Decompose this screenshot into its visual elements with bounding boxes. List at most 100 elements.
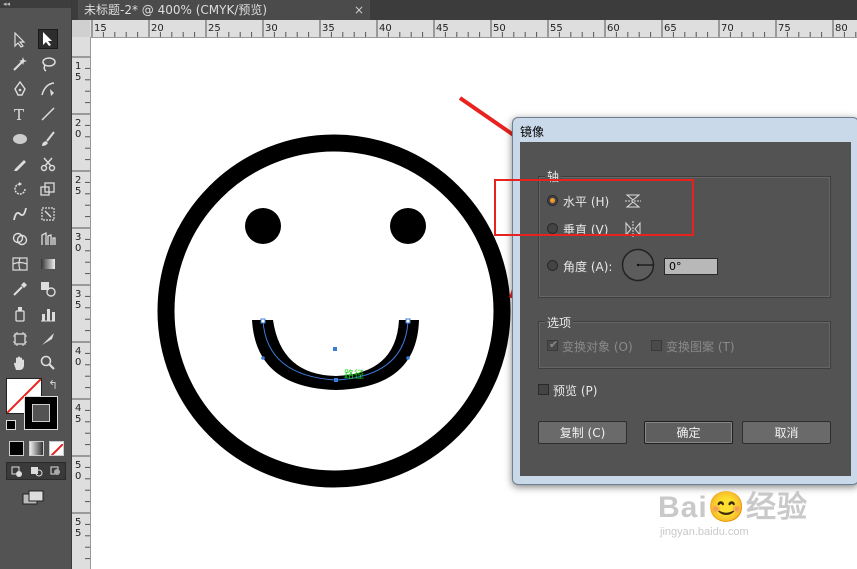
ruler-v-label: 5 bbox=[75, 528, 81, 539]
tools-panel: ◂◂ T ↰ bbox=[0, 0, 72, 569]
angle-label[interactable]: 角度 (A): bbox=[563, 258, 612, 275]
ruler-h-label: 60 bbox=[607, 23, 620, 34]
watermark-url: jingyan.baidu.com bbox=[660, 526, 749, 538]
reflect-dialog[interactable]: 镜像 轴 水平 (H) 垂直 (V) 角度 (A): 0° 选项 ✔ 变换对象 … bbox=[512, 117, 857, 485]
ruler-v-label: 5 bbox=[75, 186, 81, 197]
cancel-button[interactable]: 取消 bbox=[742, 421, 831, 444]
ruler-h-label: 45 bbox=[436, 23, 449, 34]
artboard-tool-icon[interactable] bbox=[10, 329, 30, 349]
draw-mode-icons[interactable] bbox=[6, 462, 66, 480]
document-tab-bar: 未标题-2* @ 400% (CMYK/预览) × bbox=[72, 0, 857, 20]
ruler-v-label: 3 bbox=[75, 232, 81, 243]
none-mode-icon[interactable] bbox=[49, 441, 64, 456]
baidu-watermark: Bai😊经验 jingyan.baidu.com bbox=[658, 482, 809, 538]
ellipse-tool-icon[interactable] bbox=[10, 129, 30, 149]
path-center-point bbox=[333, 347, 337, 351]
scale-tool-icon[interactable] bbox=[38, 179, 58, 199]
axis-highlight-box bbox=[494, 179, 694, 236]
ruler-v-label: 2 bbox=[75, 118, 81, 129]
gradient-tool-icon[interactable] bbox=[38, 254, 58, 274]
angle-input[interactable]: 0° bbox=[664, 258, 718, 275]
angle-dial[interactable] bbox=[621, 248, 655, 286]
svg-text:T: T bbox=[14, 106, 24, 122]
hand-tool-icon[interactable] bbox=[10, 353, 30, 373]
ruler-v-label: 3 bbox=[75, 289, 81, 300]
type-tool-icon[interactable]: T bbox=[10, 104, 30, 124]
ruler-v-label: 5 bbox=[75, 414, 81, 425]
angle-radio[interactable] bbox=[547, 260, 558, 271]
ruler-v-label: 0 bbox=[75, 129, 81, 140]
vertical-ruler-ticks: 152025303540455055 bbox=[72, 56, 90, 560]
ruler-h-label: 40 bbox=[379, 23, 392, 34]
left-eye[interactable] bbox=[245, 208, 281, 244]
watermark-brand: Bai😊经验 bbox=[658, 491, 809, 524]
free-transform-tool-icon[interactable] bbox=[38, 204, 58, 224]
mesh-tool-icon[interactable] bbox=[10, 254, 30, 274]
ruler-h-label: 15 bbox=[94, 23, 107, 34]
ruler-v-label: 0 bbox=[75, 357, 81, 368]
transform-objects-checkbox[interactable]: ✔ bbox=[547, 338, 558, 351]
horizontal-ruler-ticks: 15 20 25 30 35 40 45 50 55 60 65 70 75 80 bbox=[91, 20, 857, 37]
ruler-v-label: 0 bbox=[75, 243, 81, 254]
ruler-h-label: 65 bbox=[664, 23, 677, 34]
document-tab[interactable]: 未标题-2* @ 400% (CMYK/预览) × bbox=[78, 0, 370, 20]
close-tab-icon[interactable]: × bbox=[354, 0, 364, 20]
warp-tool-icon[interactable] bbox=[10, 204, 30, 224]
paintbrush-tool-icon[interactable] bbox=[38, 129, 58, 149]
eyedropper-tool-icon[interactable] bbox=[10, 279, 30, 299]
magic-wand-tool-icon[interactable] bbox=[10, 54, 30, 74]
ruler-h-label: 25 bbox=[208, 23, 221, 34]
horizontal-ruler[interactable]: 15 20 25 30 35 40 45 50 55 60 65 70 75 80 bbox=[90, 20, 857, 38]
face-outline[interactable] bbox=[157, 134, 511, 488]
direct-selection-tool-icon[interactable] bbox=[38, 29, 58, 49]
column-graph-tool-icon[interactable] bbox=[38, 304, 58, 324]
swap-fill-stroke-icon[interactable]: ↰ bbox=[48, 378, 58, 392]
pen-tool-icon[interactable] bbox=[10, 79, 30, 99]
lasso-tool-icon[interactable] bbox=[38, 54, 58, 74]
ruler-h-label: 80 bbox=[835, 23, 848, 34]
ruler-h-label: 50 bbox=[493, 23, 506, 34]
ruler-v-label: 0 bbox=[75, 471, 81, 482]
ruler-origin[interactable] bbox=[72, 20, 90, 37]
dialog-title: 镜像 bbox=[520, 125, 545, 139]
color-mode-icon[interactable] bbox=[9, 441, 24, 456]
options-group-label: 选项 bbox=[545, 314, 574, 331]
selection-tool-icon[interactable] bbox=[10, 30, 30, 50]
ruler-h-label: 55 bbox=[550, 23, 563, 34]
right-eye[interactable] bbox=[390, 208, 426, 244]
preview-label[interactable]: 预览 (P) bbox=[553, 382, 597, 399]
ok-button[interactable]: 确定 bbox=[644, 421, 733, 444]
panel-grip[interactable]: ◂◂ bbox=[0, 0, 71, 8]
transform-patterns-checkbox[interactable] bbox=[651, 340, 662, 351]
ruler-v-label: 4 bbox=[75, 346, 81, 357]
ruler-h-label: 75 bbox=[778, 23, 791, 34]
ruler-v-label: 5 bbox=[75, 300, 81, 311]
transform-patterns-label: 变换图案 (T) bbox=[666, 340, 735, 354]
preview-checkbox[interactable] bbox=[538, 384, 549, 395]
line-segment-tool-icon[interactable] bbox=[38, 104, 58, 124]
ruler-v-label: 5 bbox=[75, 460, 81, 471]
shape-builder-tool-icon[interactable] bbox=[10, 229, 30, 249]
ruler-h-label: 35 bbox=[322, 23, 335, 34]
blend-tool-icon[interactable] bbox=[38, 279, 58, 299]
path-smart-guide-label: 路径 bbox=[344, 368, 364, 381]
pencil-tool-icon[interactable] bbox=[10, 154, 30, 174]
vertical-ruler[interactable]: 152025303540455055 bbox=[72, 37, 91, 569]
transform-objects-label: 变换对象 (O) bbox=[562, 340, 633, 354]
perspective-grid-tool-icon[interactable] bbox=[38, 229, 58, 249]
default-colors-icon[interactable] bbox=[6, 420, 16, 430]
screen-mode-icon[interactable] bbox=[22, 490, 46, 506]
gradient-mode-icon[interactable] bbox=[29, 441, 44, 456]
ruler-v-label: 1 bbox=[75, 61, 81, 72]
slice-tool-icon[interactable] bbox=[38, 329, 58, 349]
symbol-sprayer-tool-icon[interactable] bbox=[10, 304, 30, 324]
ruler-h-label: 70 bbox=[721, 23, 734, 34]
zoom-tool-icon[interactable] bbox=[38, 353, 58, 373]
copy-button[interactable]: 复制 (C) bbox=[538, 421, 627, 444]
ruler-v-label: 2 bbox=[75, 175, 81, 186]
rotate-tool-icon[interactable] bbox=[10, 179, 30, 199]
curvature-tool-icon[interactable] bbox=[38, 79, 58, 99]
stroke-swatch[interactable] bbox=[24, 396, 58, 430]
ruler-v-label: 5 bbox=[75, 72, 81, 83]
scissors-tool-icon[interactable] bbox=[38, 154, 58, 174]
